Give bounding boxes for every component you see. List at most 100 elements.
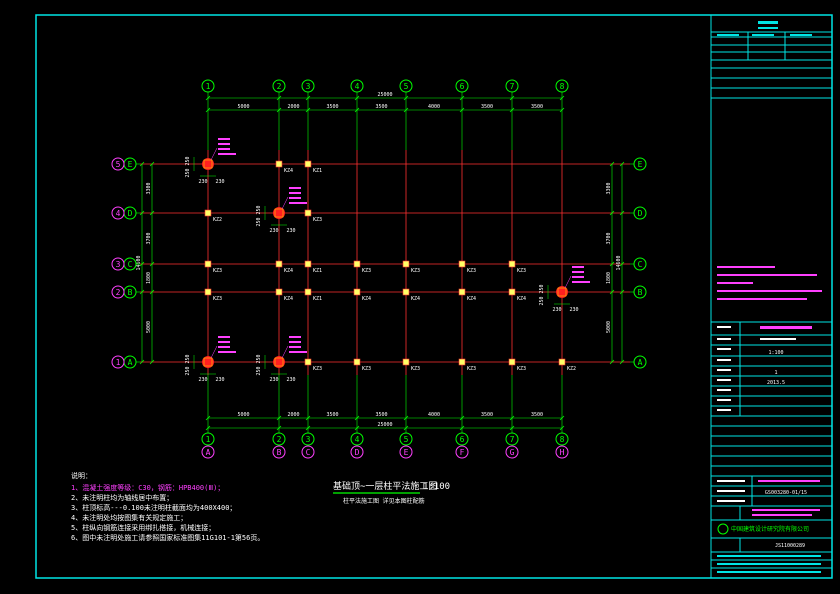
dim-left-0: 3300 [146, 182, 152, 194]
column-1D [204, 209, 212, 217]
note-item-6: 6、图中未注明处施工请参照国家标准图集11G101-1第56页。 [71, 533, 264, 542]
cad-drawing-canvas: 5000 5000 2000 2000 3500 3500 3500 3500 4000 4000… [35, 14, 833, 579]
axis-sub-label-left-A: 1 [116, 358, 121, 367]
axis-bubbles: 11A22B33C44D55E66F77G88HE5 ED4 DC3 CB2 BA1 A [111, 79, 647, 459]
axis-label-right-B: B [638, 288, 643, 297]
detail-dim-d-2A: 250 [256, 366, 262, 375]
axis-sub-label-8: H [560, 448, 565, 457]
column-1B [204, 288, 212, 296]
column-1C [204, 260, 212, 268]
column-label-5A: KZ3 [411, 366, 420, 372]
detail-dim-b-2A: 230 [286, 377, 295, 383]
tb-drawing-no: JS11000289 [775, 543, 805, 549]
tb-project-no: GS003280-01/15 [765, 490, 807, 496]
dim-bottom-total: 25000 [377, 422, 392, 428]
note-item-5: 5、柱纵向钢筋连接采用绑扎搭接，机械连接； [71, 523, 215, 532]
note-item-1: 1、混凝土强度等级：C30，钢筋：HPB400(Ⅲ)； [71, 483, 224, 492]
axis-label-top-7: 7 [510, 82, 515, 91]
axis-sub-label-5: E [404, 448, 409, 457]
detail-callout-2D-2 [289, 197, 301, 199]
column-label-2C: KZ4 [284, 268, 293, 274]
axis-label-bottom-1: 1 [206, 435, 211, 444]
axis-label-left-D: D [128, 209, 133, 218]
axis-sub-label-left-E: 5 [116, 160, 121, 169]
drawing-subtitle: 柱平法施工图 详见本图柱配筋 [343, 497, 425, 505]
axis-label-top-6: 6 [460, 82, 465, 91]
dim-right-1: 3700 [606, 232, 612, 244]
column-5A [402, 358, 410, 366]
axis-label-top-5: 5 [404, 82, 409, 91]
axis-sub-label-left-C: 3 [116, 260, 121, 269]
column-label-4A: KZ3 [362, 366, 371, 372]
drawing-title: 基础顶~一层柱平法施工图 [333, 480, 437, 492]
detail-leader-2A [281, 345, 289, 359]
column-6A [458, 358, 466, 366]
column-7C [508, 260, 516, 268]
column-4C [353, 260, 361, 268]
column-label-4C: KZ3 [362, 268, 371, 274]
column-2C [275, 260, 283, 268]
axis-label-right-A: A [638, 358, 643, 367]
dim-bottom-2: 3500 [326, 412, 338, 418]
columns: KZ4 KZ1 KZ2 KZ3 KZ3 KZ4 KZ1 KZ3 KZ3 KZ3 KZ3 KZ3 KZ4 K… [185, 138, 590, 383]
note-item-4: 4、未注明处均按图集有关规定施工； [71, 513, 187, 522]
detail-callout-8B-2 [572, 276, 584, 278]
axis-sub-label-3: C [306, 448, 311, 457]
detail-callout-2D-1 [289, 192, 301, 194]
detail-dim-b-8B: 230 [569, 307, 578, 313]
detail-callout-2A-1 [289, 341, 301, 343]
detail-dim-a-2D: 230 [269, 228, 278, 234]
column-label-5C: KZ3 [411, 268, 420, 274]
column-label-4B: KZ4 [362, 296, 371, 302]
axis-label-bottom-3: 3 [306, 435, 311, 444]
axis-sub-label-2: B [277, 448, 282, 457]
axis-sub-label-left-D: 4 [116, 209, 121, 218]
detail-dim-b-1A: 230 [215, 377, 224, 383]
notes-heading: 说明： [71, 471, 92, 480]
title-block: 1:100 1 2013.5 GS003280-01/15 中国建筑设计研究院有… [711, 21, 832, 573]
column-label-1D: KZ2 [213, 217, 222, 223]
dim-bottom-1: 2000 [287, 412, 299, 418]
column-4A [353, 358, 361, 366]
detail-dim-d-1E: 250 [185, 168, 191, 177]
axis-label-top-3: 3 [306, 82, 311, 91]
column-label-7C: KZ3 [517, 268, 526, 274]
column-label-7A: KZ3 [517, 366, 526, 372]
detail-callout-2A-3 [289, 351, 307, 353]
dim-bottom-4: 4000 [428, 412, 440, 418]
note-item-2: 2、未注明柱均为轴线居中布置； [71, 493, 173, 502]
detail-callout-1E-1 [218, 143, 230, 145]
column-label-2E: KZ4 [284, 168, 293, 174]
column-3B [304, 288, 312, 296]
detail-leader-1A [210, 345, 218, 359]
detail-dim-a-1E: 230 [198, 179, 207, 185]
detail-leader-1E [210, 147, 218, 161]
axis-label-left-B: B [128, 288, 133, 297]
column-label-3B: KZ1 [313, 296, 322, 302]
column-7A [508, 358, 516, 366]
detail-dim-a-1A: 230 [198, 377, 207, 383]
column-3E [304, 160, 312, 168]
detail-callout-1E-2 [218, 148, 230, 150]
axis-sub-label-1: A [206, 448, 211, 457]
dim-right-total: 14600 [616, 255, 622, 270]
axis-label-bottom-6: 6 [460, 435, 465, 444]
axis-label-right-E: E [638, 160, 643, 169]
detail-callout-1E-0 [218, 138, 230, 140]
column-label-2B: KZ4 [284, 296, 293, 302]
column-2E [275, 160, 283, 168]
column-3C [304, 260, 312, 268]
axis-label-left-C: C [128, 260, 133, 269]
detail-callout-8B-3 [572, 281, 590, 283]
detail-callout-1A-0 [218, 336, 230, 338]
axis-label-bottom-5: 5 [404, 435, 409, 444]
detail-dim-c-2A: 250 [256, 354, 262, 363]
column-label-7B: KZ4 [517, 296, 526, 302]
axis-label-left-A: A [128, 358, 133, 367]
detail-callout-1E-3 [218, 153, 236, 155]
drawing-scale: 1:100 [423, 482, 450, 492]
axis-label-top-1: 1 [206, 82, 211, 91]
dim-left-1: 3700 [146, 232, 152, 244]
column-label-1B: KZ3 [213, 296, 222, 302]
tb-scale-value: 1:100 [768, 350, 783, 356]
